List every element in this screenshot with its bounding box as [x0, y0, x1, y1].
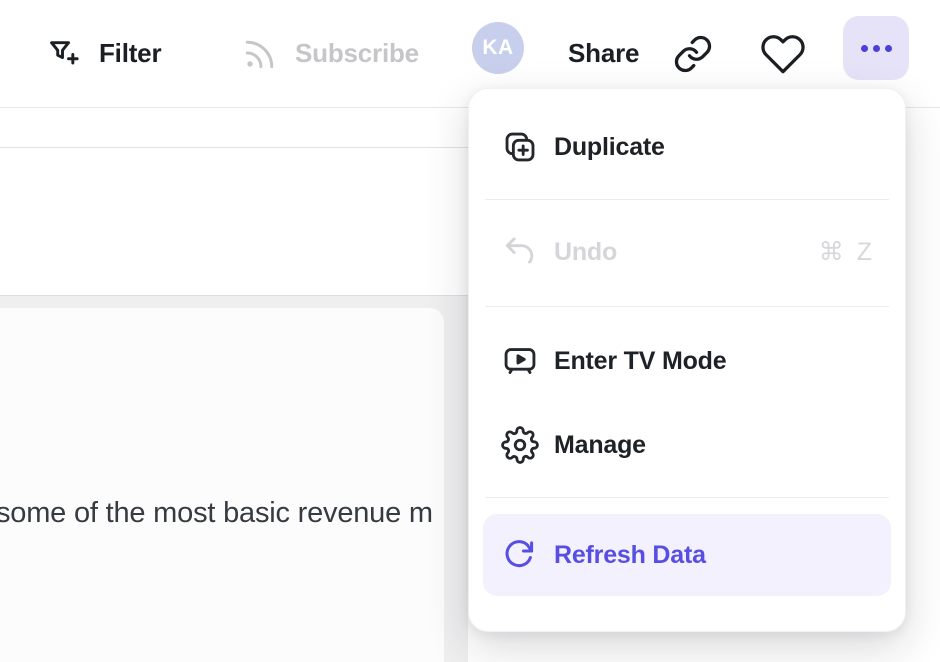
menu-divider	[485, 306, 889, 307]
filter-plus-icon	[46, 35, 83, 72]
tv-mode-icon	[501, 342, 539, 380]
duplicate-icon	[501, 128, 539, 166]
share-label: Share	[568, 38, 639, 69]
menu-item-duplicate[interactable]: Duplicate	[483, 105, 891, 189]
menu-item-undo[interactable]: Undo ⌘ Z	[483, 210, 891, 294]
menu-item-label: Undo	[554, 238, 617, 267]
menu-divider	[485, 497, 889, 498]
subscribe-button[interactable]: Subscribe	[241, 0, 419, 107]
refresh-icon	[501, 536, 539, 574]
menu-item-enter-tv-mode[interactable]: Enter TV Mode	[483, 319, 891, 403]
content-card-upper	[0, 147, 468, 296]
subscribe-label: Subscribe	[295, 38, 419, 69]
document-paragraph-fragment: some of the most basic revenue m	[0, 497, 433, 530]
menu-item-label: Refresh Data	[554, 541, 706, 570]
menu-item-refresh-data[interactable]: Refresh Data	[483, 514, 891, 596]
menu-item-label: Manage	[554, 431, 646, 460]
filter-label: Filter	[99, 38, 161, 69]
menu-item-label: Duplicate	[554, 133, 665, 162]
rss-icon	[241, 35, 279, 73]
avatar[interactable]: KA	[472, 22, 524, 74]
link-icon	[672, 33, 714, 75]
context-menu: Duplicate Undo ⌘ Z Enter TV Mode	[468, 88, 906, 632]
keyboard-shortcut: ⌘ Z	[819, 237, 875, 267]
heart-icon	[760, 31, 806, 77]
content-card-lower	[0, 308, 444, 662]
menu-divider	[485, 199, 889, 200]
avatar-initials: KA	[482, 36, 513, 60]
menu-item-label: Enter TV Mode	[554, 347, 726, 376]
filter-button[interactable]: Filter	[46, 0, 161, 107]
gear-icon	[501, 426, 539, 464]
menu-item-manage[interactable]: Manage	[483, 403, 891, 487]
undo-icon	[501, 233, 539, 271]
more-options-button[interactable]	[843, 16, 909, 80]
ellipsis-icon	[861, 45, 892, 52]
